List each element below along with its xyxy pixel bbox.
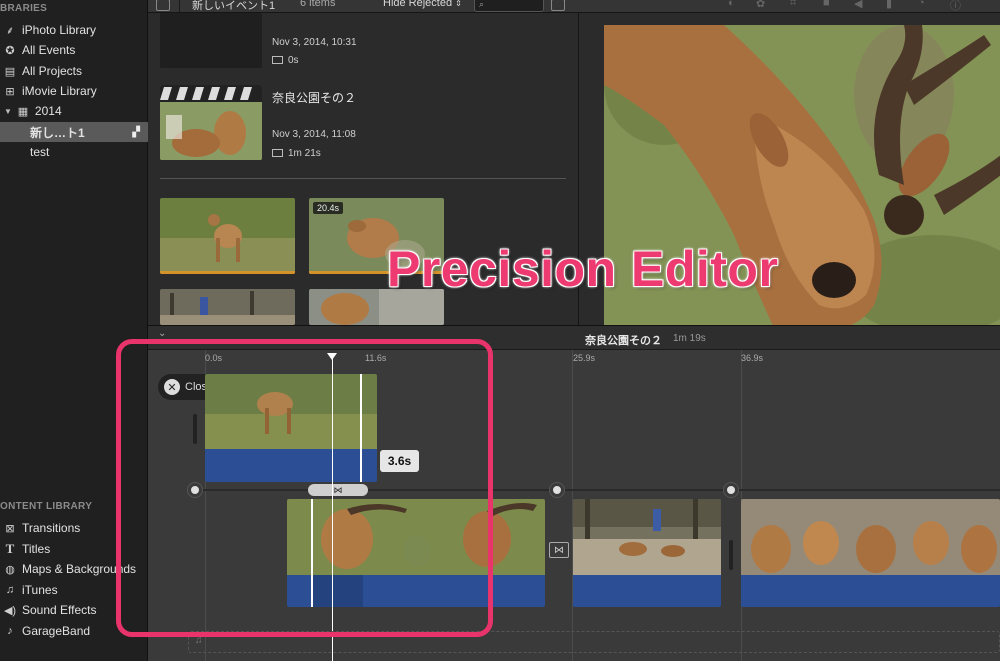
event-duration: 0s <box>272 55 299 66</box>
star-icon: ✪ <box>5 44 15 57</box>
sidebar-toggle-icon[interactable] <box>156 0 170 11</box>
clip-thumbnail[interactable] <box>160 198 295 274</box>
filter-label: Hide Rejected <box>383 0 453 9</box>
info-icon[interactable]: ⓘ <box>950 0 961 13</box>
sidebar-item-label: Sound Effects <box>22 603 97 617</box>
speaker-icon: ◀) <box>3 604 17 617</box>
filmstrip-view-icon[interactable] <box>551 0 565 11</box>
sidebar-item-label: 新し…ト1 <box>30 125 85 140</box>
timeline-clip[interactable] <box>741 499 1000 607</box>
color-balance-icon[interactable]: ◐ <box>728 0 735 9</box>
sidebar-item-label: GarageBand <box>22 624 91 638</box>
film-icon <box>272 149 283 157</box>
music-note-icon: ♫ <box>5 584 15 596</box>
viewer-tools: ◐ ✿ ⌗ ■ ◀ ▮ ◔ ⓘ <box>728 0 1000 13</box>
film-icon <box>272 56 283 64</box>
sidebar-item-iphoto-library[interactable]: ⸙ iPhoto Library <box>0 20 148 40</box>
timeline-clip[interactable] <box>573 499 721 607</box>
item-count: 6 items <box>300 0 336 9</box>
grid-icon: ⊞ <box>5 85 15 98</box>
palette-icon[interactable]: ✿ <box>756 0 765 10</box>
sidebar-item-imovie-library[interactable]: ⊞ iMovie Library <box>0 81 148 101</box>
deer-clip-image <box>160 198 295 274</box>
divider <box>179 0 180 13</box>
edit-point-handle[interactable] <box>724 483 738 497</box>
sidebar-item-all-events[interactable]: ✪ All Events <box>0 40 148 60</box>
park-clip-image <box>160 289 295 325</box>
updown-chevron-icon: ⇕ <box>455 0 462 8</box>
sidebar-item-label: iTunes <box>22 583 58 597</box>
clip-thumbnail[interactable] <box>160 289 295 325</box>
event-date: Nov 3, 2014, 11:08 <box>272 129 356 140</box>
event-thumbnail[interactable] <box>160 13 262 68</box>
disclosure-triangle-icon[interactable]: ▼ <box>4 107 12 116</box>
project-duration: 1m 19s <box>673 333 706 344</box>
filter-popup[interactable]: Hide Rejected ⇕ <box>383 0 462 9</box>
libraries-header: BRARIES <box>0 3 48 14</box>
annotation-text: Precision Editor <box>387 241 779 297</box>
palm-tree-icon: ⸙ <box>5 24 15 37</box>
park-clip-image <box>573 499 721 575</box>
sidebar-item-label: iMovie Library <box>22 84 97 98</box>
edit-point-handle[interactable] <box>550 483 564 497</box>
content-library-header: ONTENT LIBRARY <box>0 501 93 512</box>
sidebar-item-event-selected[interactable]: 新し…ト1 ▞ <box>0 122 148 142</box>
deer-thumbnail <box>160 85 262 160</box>
search-icon: ⌕ <box>479 0 485 9</box>
sidebar-item-label: iPhoto Library <box>22 23 97 37</box>
clapboard-icon: ▞ <box>132 126 140 138</box>
browser-toolbar: 新しいイベント1 6 items Hide Rejected ⇕ ⌕ ◐ ✿ ⌗… <box>148 0 1000 13</box>
event-title: 奈良公園その２ <box>272 91 357 105</box>
clapboard-icon: ▤ <box>4 65 16 78</box>
transition-icon[interactable]: ⋈ <box>549 542 569 558</box>
calendar-icon: ▦ <box>17 105 29 118</box>
project-title: 奈良公園その２ <box>585 335 662 347</box>
event-name: 新しいイベント1 <box>192 0 276 12</box>
globe-icon: ◍ <box>5 563 15 576</box>
crop-icon[interactable]: ⌗ <box>790 0 796 10</box>
event-thumbnail[interactable] <box>160 85 262 160</box>
guitar-icon: ♪ <box>7 625 13 637</box>
sidebar-item-year-2014[interactable]: ▼ ▦ 2014 <box>0 101 148 121</box>
speed-icon[interactable]: ◔ <box>918 0 925 9</box>
divider <box>160 178 566 179</box>
sidebar-item-label: All Events <box>22 43 76 57</box>
sidebar-item-all-projects[interactable]: ▤ All Projects <box>0 61 148 81</box>
clip-range-bar <box>160 271 295 274</box>
sidebar-item-label: 2014 <box>34 104 62 118</box>
camera-icon[interactable]: ■ <box>823 0 830 9</box>
sidebar-item-event-test[interactable]: test <box>0 142 148 162</box>
clip-duration-badge: 20.4s <box>313 202 344 214</box>
collapse-chevron-icon[interactable]: ⌄ <box>158 328 166 339</box>
sidebar-item-label: test <box>30 145 50 159</box>
audio-waveform <box>573 575 721 607</box>
audio-waveform <box>741 575 1000 607</box>
search-input[interactable]: ⌕ <box>474 0 544 12</box>
t-icon: T <box>5 541 15 556</box>
sidebar-item-label: Titles <box>22 542 51 556</box>
ruler-tick: 36.9s <box>741 353 764 363</box>
event-duration: 1m 21s <box>272 148 321 159</box>
volume-icon[interactable]: ◀ <box>854 0 862 10</box>
event-date: Nov 3, 2014, 10:31 <box>272 37 357 48</box>
highlight-frame <box>116 339 493 637</box>
transition-icon: ⊠ <box>5 522 15 535</box>
ruler-tick: 25.9s <box>573 353 596 363</box>
track-handle[interactable] <box>729 540 733 570</box>
eq-icon[interactable]: ▮ <box>886 0 892 10</box>
sidebar-item-label: Transitions <box>22 521 81 535</box>
sidebar-item-label: All Projects <box>22 64 83 78</box>
deer-herd-image <box>741 499 1000 575</box>
